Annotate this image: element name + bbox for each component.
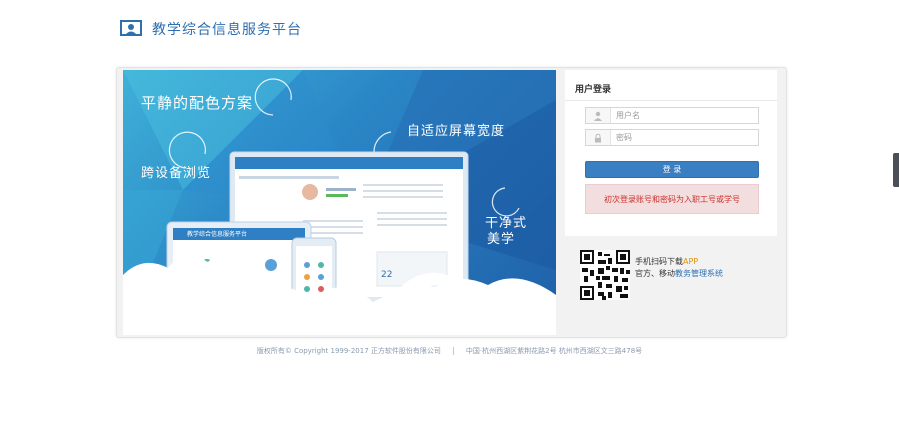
lock-icon	[586, 130, 611, 145]
site-title: 教学综合信息服务平台	[152, 22, 302, 38]
qr-line2-text: 官方、移动	[635, 269, 675, 278]
login-error-message: 初次登录账号和密码为入职工号或学号	[604, 194, 740, 204]
qr-code-icon	[580, 250, 630, 300]
login-error-alert: 初次登录账号和密码为入职工号或学号	[585, 184, 759, 214]
banner-slogan-cross-device: 跨设备浏览	[141, 166, 212, 181]
footer-copyright: 版权所有© Copyright 1999-2017 正方软件股份有限公司	[256, 347, 441, 355]
qr-system-link[interactable]: 教务管理系统	[675, 269, 723, 278]
login-panel: 用户登录 登 录 初次登录账号和密码为入职工号或学号	[565, 70, 777, 236]
tablet-screen-title: 教学综合信息服务平台	[187, 231, 248, 238]
qr-caption: 手机扫码下载APP 官方、移动教务管理系统	[635, 256, 723, 280]
user-icon	[586, 108, 611, 123]
password-input[interactable]	[616, 131, 754, 144]
banner-slogan-color: 平静的配色方案	[141, 94, 254, 112]
login-title: 用户登录	[575, 85, 612, 95]
login-button[interactable]: 登 录	[585, 161, 759, 178]
username-input[interactable]	[616, 109, 754, 122]
qr-line1-text: 手机扫码下载	[635, 257, 683, 266]
platform-logo-icon	[120, 20, 142, 36]
login-divider	[565, 100, 777, 101]
main-container: 平静的配色方案 自适应屏幕宽度 跨设备浏览 干净式 美学 教学综合信息服务平台 …	[116, 67, 787, 338]
calendar-day: 22	[381, 270, 393, 280]
footer-separator	[452, 347, 454, 355]
banner-slogan-adaptive: 自适应屏幕宽度	[407, 124, 506, 139]
login-button-label: 登 录	[662, 165, 682, 174]
promo-banner: 平静的配色方案 自适应屏幕宽度 跨设备浏览 干净式 美学 教学综合信息服务平台 …	[123, 70, 556, 335]
footer-address: 中国·杭州西湖区紫荆花路2号 杭州市西湖区文三路478号	[465, 347, 643, 355]
page-footer: 版权所有© Copyright 1999-2017 正方软件股份有限公司 中国·杭…	[0, 346, 899, 356]
password-field	[585, 129, 759, 146]
qr-app-highlight: APP	[683, 257, 699, 266]
banner-slogan-aesthetic: 美学	[487, 232, 516, 247]
side-toolbar-tab[interactable]	[893, 153, 899, 187]
username-field	[585, 107, 759, 124]
site-header: 教学综合信息服务平台	[120, 14, 302, 44]
